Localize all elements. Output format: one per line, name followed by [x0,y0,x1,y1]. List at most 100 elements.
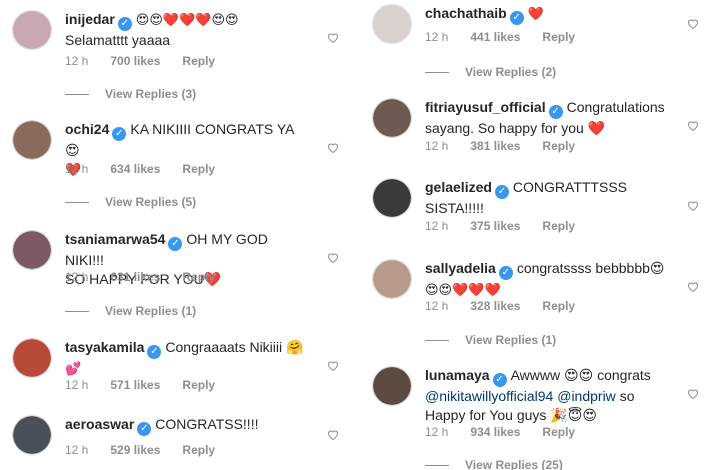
comment-text-continued: Happy for You guys 🎉😇😍 [425,407,597,423]
view-replies-label: View Replies (1) [465,333,557,347]
heart-outline-icon[interactable] [327,252,339,264]
comment-time: 12 h [65,54,89,68]
comment-username[interactable]: ochi24 [65,121,109,137]
comment-username[interactable]: tasyakamila [65,339,144,355]
comment-text-continued: Selamatttt yaaaa [65,32,171,48]
like-count[interactable]: 328 likes [470,299,520,313]
view-replies-button[interactable]: View Replies (5) [65,195,196,209]
verified-badge-icon: ✓ [117,17,132,31]
comment-username[interactable]: aeroaswar [65,416,134,432]
verified-badge-icon: ✓ [509,11,524,25]
reply-button[interactable]: Reply [542,299,575,313]
comment-text: 😍😍❤️❤️❤️😍😍 [135,13,239,28]
heart-outline-icon[interactable] [687,388,699,400]
comment-time: 12 h [425,30,449,44]
comment-time: 12 h [65,162,89,176]
comment-username[interactable]: gelaelized [425,179,492,195]
avatar[interactable] [372,98,412,138]
divider [65,311,89,313]
comment-username[interactable]: lunamaya [425,367,490,383]
reply-button[interactable]: Reply [182,443,215,457]
view-replies-button[interactable]: View Replies (2) [425,65,556,79]
view-replies-button[interactable]: View Replies (25) [425,458,563,470]
avatar[interactable] [372,366,412,406]
comment-text-continued: so [619,388,635,404]
avatar[interactable] [12,10,52,50]
like-count[interactable]: 700 likes [110,54,160,68]
reply-button[interactable]: Reply [542,219,575,233]
divider [65,94,89,96]
like-count[interactable]: 381 likes [470,139,520,153]
view-replies-button[interactable]: View Replies (1) [65,304,196,318]
reply-button[interactable]: Reply [182,378,215,392]
like-count[interactable]: 934 likes [470,425,520,439]
comments-column-right: chachathaib ✓ ❤️ 12 h 441 likes Reply View R… [360,0,720,470]
comment-body: fitriayusuf_official ✓ Congratulations say… [425,98,665,138]
comment-time: 12 h [425,219,449,233]
view-replies-label: View Replies (2) [465,65,557,79]
comment-text: CONGRATTTSSS [512,179,627,195]
view-replies-button[interactable]: View Replies (3) [65,87,196,101]
view-replies-label: View Replies (3) [105,87,197,101]
comment-meta: 12 h 529 likes Reply [65,443,215,457]
reply-button[interactable]: Reply [182,162,215,176]
comment-text: Congratulations [566,99,665,115]
heart-outline-icon[interactable] [687,281,699,293]
heart-outline-icon[interactable] [327,360,339,372]
comment-meta: 12 h 571 likes Reply [65,378,215,392]
avatar[interactable] [12,230,52,270]
like-count[interactable]: 441 likes [470,30,520,44]
verified-badge-icon: ✓ [498,266,513,280]
avatar[interactable] [12,120,52,160]
heart-outline-icon[interactable] [687,200,699,212]
comment-username[interactable]: inijedar [65,11,115,27]
divider [65,202,89,204]
comment-username[interactable]: chachathaib [425,5,507,21]
heart-outline-icon[interactable] [687,18,699,30]
heart-outline-icon[interactable] [327,429,339,441]
comment-time: 12 h [65,443,89,457]
avatar[interactable] [12,338,52,378]
verified-badge-icon: ✓ [548,105,563,119]
reply-button[interactable]: Reply [182,54,215,68]
like-count[interactable]: 631 likes [110,270,160,284]
like-count[interactable]: 375 likes [470,219,520,233]
view-replies-label: View Replies (5) [105,195,197,209]
comment-body: lunamaya ✓ Awwww 😍😍 congrats @nikitawillyo… [425,366,665,425]
verified-badge-icon: ✓ [168,237,183,251]
reply-button[interactable]: Reply [542,30,575,44]
like-count[interactable]: 529 likes [110,443,160,457]
reply-button[interactable]: Reply [182,270,215,284]
comment-username[interactable]: sallyadelia [425,260,496,276]
avatar[interactable] [372,4,412,44]
comment-text-continued: 💕 [65,362,82,377]
comment-body: chachathaib ✓ ❤️ [425,4,665,25]
heart-outline-icon[interactable] [687,120,699,132]
view-replies-label: View Replies (1) [105,304,197,318]
view-replies-label: View Replies (25) [465,458,563,470]
comment-text: ❤️ [527,7,544,22]
comment-body: aeroaswar ✓ CONGRATSS!!!! [65,415,305,436]
comment-time: 12 h [425,425,449,439]
comment-meta: 12 h 700 likes Reply [65,54,215,68]
like-count[interactable]: 571 likes [110,378,160,392]
comment-body: tasyakamila ✓ Congraaaats Nikiiii 🤗 💕 [65,338,305,379]
reply-button[interactable]: Reply [542,139,575,153]
heart-outline-icon[interactable] [327,142,339,154]
mention-link[interactable]: @nikitawillyofficial94 @indpriw [425,388,616,404]
view-replies-button[interactable]: View Replies (1) [425,333,556,347]
comment-text-continued: sayang. So happy for you ❤️ [425,120,606,136]
comment-meta: 12 h 634 likes Reply [65,162,215,176]
avatar[interactable] [12,415,52,455]
divider [425,465,449,467]
comment-meta: 12 h 934 likes Reply [425,425,575,439]
comment-time: 12 h [65,270,89,284]
comment-username[interactable]: tsaniamarwa54 [65,231,165,247]
verified-badge-icon: ✓ [494,185,509,199]
avatar[interactable] [372,178,412,218]
comment-username[interactable]: fitriayusuf_official [425,99,546,115]
reply-button[interactable]: Reply [542,425,575,439]
like-count[interactable]: 634 likes [110,162,160,176]
heart-outline-icon[interactable] [327,32,339,44]
avatar[interactable] [372,259,412,299]
